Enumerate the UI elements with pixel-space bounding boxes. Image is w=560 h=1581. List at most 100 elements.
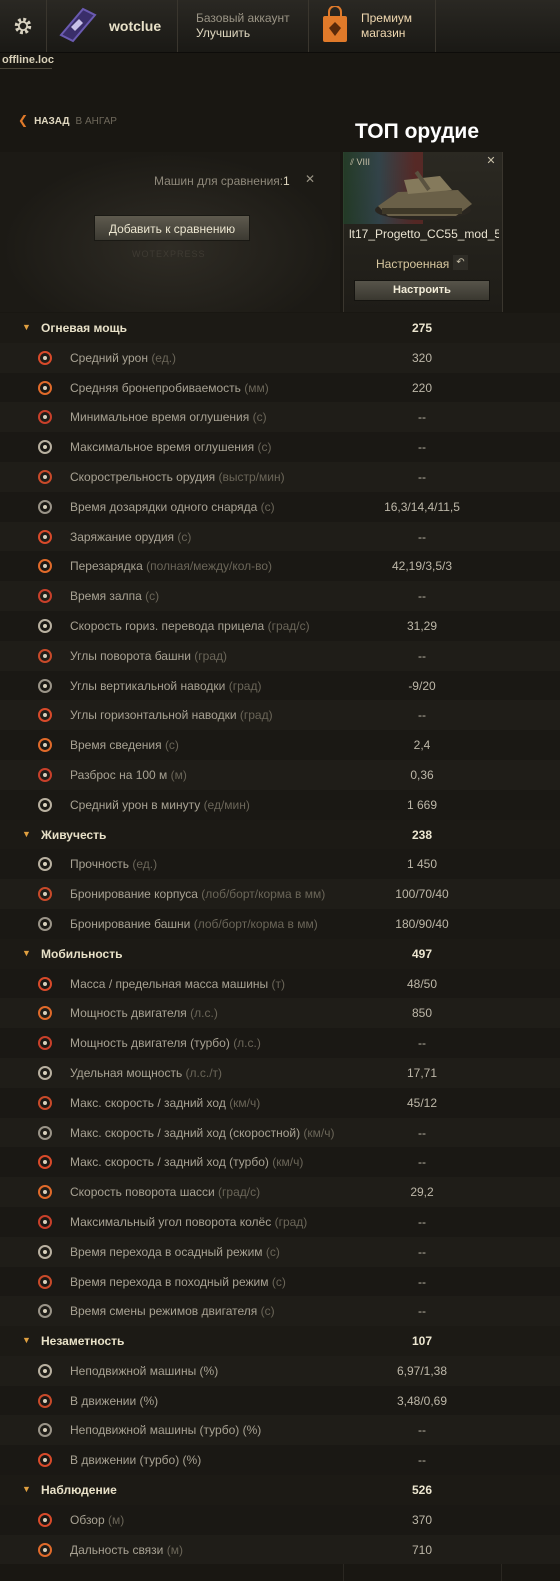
stat-name: Бронирование корпуса (лоб/борт/корма в м… (70, 887, 326, 902)
siege-mode-icon (38, 1244, 52, 1259)
stat-name: Время залпа (с) (70, 589, 160, 604)
watermark: WOTEXPRESS (132, 249, 206, 259)
stat-row: Максимальное время оглушения (с) -- (0, 432, 560, 462)
stat-row: Время залпа (с) -- (0, 581, 560, 611)
configure-button[interactable]: Настроить (354, 280, 490, 301)
stat-value: -- (418, 1304, 426, 1319)
username: wotclue (109, 18, 162, 34)
stat-unit: (с) (260, 1304, 275, 1319)
section-header[interactable]: ▼ Наблюдение 526 (0, 1475, 560, 1505)
stat-unit: (ед.) (132, 857, 158, 872)
horizontal-aim-icon (38, 708, 52, 723)
add-to-compare-button[interactable]: Добавить к сравнению (94, 215, 250, 241)
section-score: 275 (411, 321, 433, 335)
dispersion-icon (38, 767, 52, 782)
stat-value: 850 (411, 1006, 433, 1021)
stat-value: 16,3/14,4/11,5 (384, 499, 460, 514)
clear-compare-icon[interactable]: ✕ (305, 172, 315, 186)
stat-name: Бронирование башни (лоб/борт/корма в мм) (70, 916, 318, 931)
stat-unit: (ед.) (151, 350, 177, 365)
section-score: 526 (411, 1483, 433, 1498)
page-title: ТОП орудие (355, 120, 480, 143)
stat-row: Время перехода в походный режим (с) -- (0, 1266, 560, 1297)
penetration-icon (38, 380, 52, 395)
section-header[interactable]: ▼ Незаметность 107 (0, 1326, 560, 1356)
stats-table: ▼ Огневая мощь 275 Средний урон (ед.) 320 Сре… (0, 313, 560, 1565)
stat-value: -- (418, 1274, 426, 1289)
stat-unit: (град/с) (218, 1185, 261, 1200)
dpm-icon (38, 797, 52, 812)
stat-unit: (л.с./т) (185, 1065, 223, 1080)
stat-unit: (с) (265, 1244, 280, 1259)
stat-name: Максимальный угол поворота колёс (град) (70, 1214, 308, 1229)
stat-unit: (км/ч) (303, 1125, 335, 1140)
chevron-down-icon: ▼ (22, 1484, 31, 1495)
stat-name: Время смены режимов двигателя (с) (70, 1304, 275, 1319)
chevron-down-icon: ▼ (22, 828, 31, 839)
upgrade-link[interactable]: Улучшить (196, 26, 250, 40)
stat-unit: (град/с) (267, 618, 310, 633)
section-header[interactable]: ▼ Мобильность 497 (0, 938, 560, 969)
speed-icon (38, 1095, 52, 1110)
turret-rotation-icon (38, 648, 52, 663)
stat-unit: (ед/мин) (203, 797, 250, 812)
premium-shop-button[interactable]: Премиум магазин (309, 0, 436, 52)
stat-row: Мощность двигателя (л.с.) 850 (0, 998, 560, 1029)
stat-row: Перезарядка (полная/между/кол-во) 42,19/3… (0, 551, 560, 582)
stat-name: Мощность двигателя (турбо) (л.с.) (70, 1036, 261, 1051)
settings-button[interactable] (0, 0, 47, 52)
user-profile[interactable]: wotclue (47, 0, 178, 52)
stat-name: Время сведения (с) (70, 738, 179, 753)
stat-name: Углы поворота башни (град) (70, 648, 227, 663)
shopping-bag-icon (323, 6, 347, 42)
section-score: 497 (411, 946, 433, 961)
section-header[interactable]: ▼ Живучесть 238 (0, 819, 560, 850)
engine-mode-icon (38, 1304, 52, 1319)
stat-value: 320 (411, 350, 433, 365)
premium-label: Премиум (361, 11, 413, 25)
section-name: Наблюдение (41, 1483, 117, 1498)
stat-name: Средняя бронепробиваемость (мм) (70, 380, 269, 395)
reset-icon[interactable]: ↶ (453, 255, 468, 270)
chevron-down-icon: ▼ (22, 1335, 31, 1346)
stat-row: Бронирование башни (лоб/борт/корма в мм)… (0, 908, 560, 939)
stat-row: Мощность двигателя (турбо) (л.с.) -- (0, 1028, 560, 1058)
wheel-angle-icon (38, 1214, 52, 1229)
stat-row: Максимальный угол поворота колёс (град) -… (0, 1206, 560, 1237)
stat-value: -- (418, 440, 426, 455)
stat-row: Неподвижной машины (%) 6,97/1,38 (0, 1355, 560, 1386)
top-bar: wotclue Базовый аккаунт Улучшить Премиум… (0, 0, 560, 53)
camo-still-icon (38, 1363, 52, 1378)
hull-traverse-icon (38, 1185, 52, 1200)
stat-value: 17,71 (406, 1065, 438, 1080)
account-status[interactable]: Базовый аккаунт Улучшить (178, 0, 309, 52)
remove-vehicle-icon[interactable]: ✕ (484, 154, 498, 168)
stat-name: Скорострельность орудия (выстр/мин) (70, 469, 285, 484)
gear-icon (14, 17, 32, 35)
stat-value: 45/12 (406, 1095, 438, 1110)
stat-value: -- (418, 469, 426, 484)
stat-name: Минимальное время оглушения (с) (70, 410, 267, 425)
stat-value: 220 (411, 380, 433, 395)
back-button[interactable]: ❮ НАЗАД В АНГАР (18, 113, 117, 127)
engine-power-icon (38, 1006, 52, 1021)
section-header[interactable]: ▼ Огневая мощь 275 (0, 313, 560, 343)
stat-name: Удельная мощность (л.с./т) (70, 1065, 223, 1080)
server-label: offline.loc (2, 54, 54, 66)
chevron-down-icon: ▼ (22, 947, 31, 958)
stat-row: Время смены режимов двигателя (с) -- (0, 1296, 560, 1327)
stat-row: Скорость поворота шасси (град/с) 29,2 (0, 1177, 560, 1207)
stat-name: Максимальное время оглушения (с) (70, 440, 272, 455)
stat-name: Время перехода в походный режим (с) (70, 1274, 286, 1289)
stat-value: -- (418, 589, 426, 604)
stat-row: Средний урон в минуту (ед/мин) 1 669 (0, 789, 560, 820)
stat-name: Время перехода в осадный режим (с) (70, 1244, 280, 1259)
tank-image (375, 170, 472, 220)
chevron-down-icon: ▼ (22, 322, 31, 332)
stat-unit: (л.с.) (233, 1036, 261, 1051)
stat-unit: (с) (164, 738, 179, 753)
stat-value: 6,97/1,38 (396, 1363, 448, 1378)
stat-row: Время сведения (с) 2,4 (0, 730, 560, 760)
stat-value: -- (418, 708, 426, 723)
damage-icon (38, 350, 52, 365)
